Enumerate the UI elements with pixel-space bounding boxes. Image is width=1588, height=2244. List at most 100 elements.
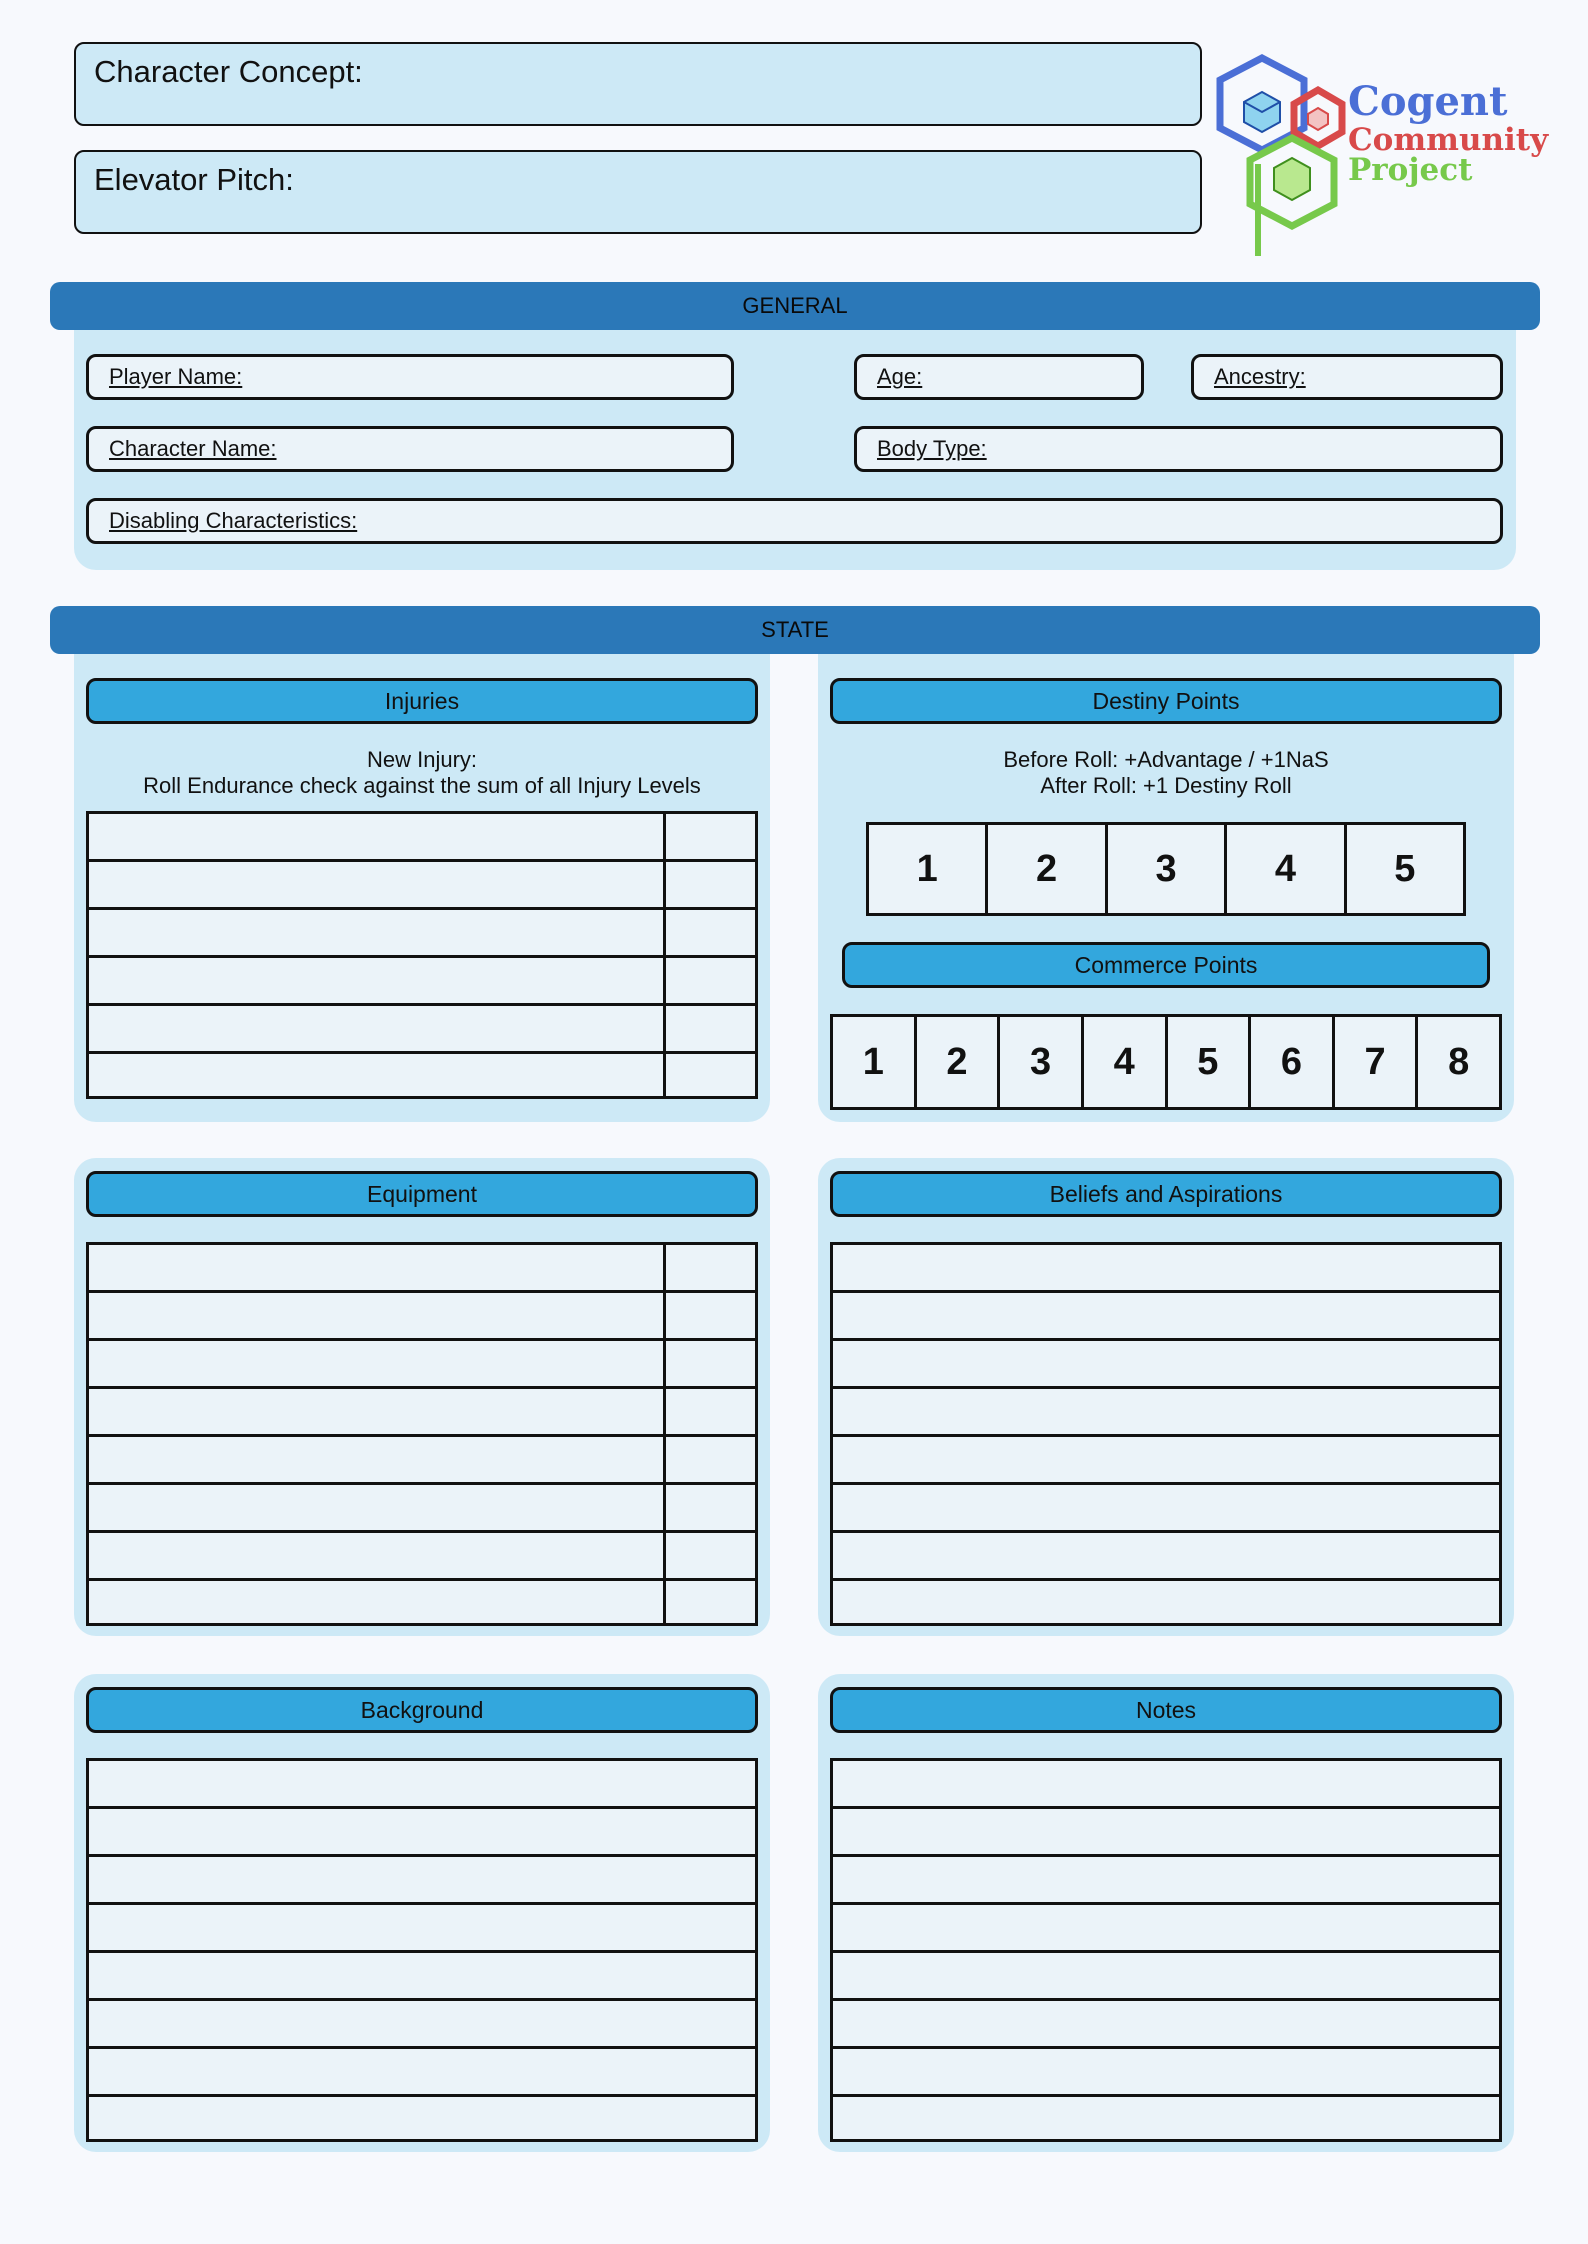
belief-cell[interactable] bbox=[833, 1485, 1499, 1530]
table-row bbox=[89, 1953, 755, 2001]
player-name-field[interactable]: Player Name: bbox=[86, 354, 734, 400]
elevator-pitch-label: Elevator Pitch: bbox=[94, 162, 294, 197]
character-name-field[interactable]: Character Name: bbox=[86, 426, 734, 472]
background-line-cell[interactable] bbox=[89, 1857, 755, 1902]
beliefs-title: Beliefs and Aspirations bbox=[1049, 1181, 1283, 1207]
belief-cell[interactable] bbox=[833, 1293, 1499, 1338]
injury-description-cell[interactable] bbox=[89, 1054, 663, 1096]
notes-line-cell[interactable] bbox=[833, 1809, 1499, 1854]
commerce-point-box[interactable]: 6 bbox=[1251, 1017, 1335, 1107]
destiny-point-box[interactable]: 3 bbox=[1108, 825, 1228, 913]
injury-description-cell[interactable] bbox=[89, 1006, 663, 1051]
background-line-cell[interactable] bbox=[89, 1905, 755, 1950]
injuries-header: Injuries bbox=[86, 678, 758, 724]
injury-level-cell[interactable] bbox=[663, 1054, 755, 1096]
injury-description-cell[interactable] bbox=[89, 814, 663, 859]
destiny-point-box[interactable]: 4 bbox=[1227, 825, 1347, 913]
destiny-note: Before Roll: +Advantage / +1NaS After Ro… bbox=[830, 747, 1502, 799]
equipment-item-cell[interactable] bbox=[89, 1341, 663, 1386]
background-line-cell[interactable] bbox=[89, 1809, 755, 1854]
background-title: Background bbox=[360, 1697, 484, 1723]
injury-level-cell[interactable] bbox=[663, 958, 755, 1003]
background-line-cell[interactable] bbox=[89, 1953, 755, 1998]
logo-hexagons-icon bbox=[1216, 54, 1346, 256]
equipment-qty-cell[interactable] bbox=[663, 1581, 755, 1623]
equipment-qty-cell[interactable] bbox=[663, 1293, 755, 1338]
notes-line-cell[interactable] bbox=[833, 2049, 1499, 2094]
destiny-note-line-2: After Roll: +1 Destiny Roll bbox=[1040, 773, 1292, 798]
destiny-point-box[interactable]: 1 bbox=[869, 825, 989, 913]
equipment-qty-cell[interactable] bbox=[663, 1437, 755, 1482]
commerce-point-box[interactable]: 7 bbox=[1335, 1017, 1419, 1107]
notes-line-cell[interactable] bbox=[833, 1953, 1499, 1998]
table-row bbox=[89, 1054, 755, 1096]
background-line-cell[interactable] bbox=[89, 2049, 755, 2094]
background-line-cell[interactable] bbox=[89, 1761, 755, 1806]
injury-description-cell[interactable] bbox=[89, 958, 663, 1003]
body-type-field[interactable]: Body Type: bbox=[854, 426, 1503, 472]
disabling-characteristics-field[interactable]: Disabling Characteristics: bbox=[86, 498, 1503, 544]
destiny-point-box[interactable]: 2 bbox=[988, 825, 1108, 913]
table-row bbox=[89, 910, 755, 958]
commerce-point-box[interactable]: 2 bbox=[917, 1017, 1001, 1107]
background-table bbox=[86, 1758, 758, 2142]
notes-line-cell[interactable] bbox=[833, 1761, 1499, 1806]
equipment-item-cell[interactable] bbox=[89, 1293, 663, 1338]
belief-cell[interactable] bbox=[833, 1245, 1499, 1290]
equipment-qty-cell[interactable] bbox=[663, 1389, 755, 1434]
equipment-qty-cell[interactable] bbox=[663, 1341, 755, 1386]
equipment-item-cell[interactable] bbox=[89, 1485, 663, 1530]
belief-cell[interactable] bbox=[833, 1581, 1499, 1623]
equipment-item-cell[interactable] bbox=[89, 1389, 663, 1434]
background-line-cell[interactable] bbox=[89, 2001, 755, 2046]
table-row bbox=[89, 1905, 755, 1953]
commerce-point-box[interactable]: 1 bbox=[833, 1017, 917, 1107]
table-row bbox=[833, 1389, 1499, 1437]
notes-line-cell[interactable] bbox=[833, 1905, 1499, 1950]
equipment-qty-cell[interactable] bbox=[663, 1485, 755, 1530]
equipment-qty-cell[interactable] bbox=[663, 1533, 755, 1578]
ancestry-field[interactable]: Ancestry: bbox=[1191, 354, 1503, 400]
commerce-point-box[interactable]: 3 bbox=[1000, 1017, 1084, 1107]
destiny-point-box[interactable]: 5 bbox=[1347, 825, 1463, 913]
belief-cell[interactable] bbox=[833, 1533, 1499, 1578]
commerce-point-box[interactable]: 8 bbox=[1418, 1017, 1499, 1107]
player-name-label: Player Name: bbox=[109, 364, 243, 389]
notes-line-cell[interactable] bbox=[833, 1857, 1499, 1902]
injuries-table bbox=[86, 811, 758, 1099]
equipment-item-cell[interactable] bbox=[89, 1437, 663, 1482]
commerce-point-box[interactable]: 4 bbox=[1084, 1017, 1168, 1107]
notes-line-cell[interactable] bbox=[833, 2097, 1499, 2139]
belief-cell[interactable] bbox=[833, 1437, 1499, 1482]
character-concept-field[interactable]: Character Concept: bbox=[74, 42, 1202, 126]
commerce-points-title: Commerce Points bbox=[1074, 952, 1258, 978]
injuries-note-line-2: Roll Endurance check against the sum of … bbox=[143, 773, 701, 798]
equipment-item-cell[interactable] bbox=[89, 1533, 663, 1578]
equipment-qty-cell[interactable] bbox=[663, 1245, 755, 1290]
belief-cell[interactable] bbox=[833, 1389, 1499, 1434]
notes-line-cell[interactable] bbox=[833, 2001, 1499, 2046]
injury-description-cell[interactable] bbox=[89, 910, 663, 955]
injury-level-cell[interactable] bbox=[663, 910, 755, 955]
age-field[interactable]: Age: bbox=[854, 354, 1144, 400]
belief-cell[interactable] bbox=[833, 1341, 1499, 1386]
equipment-item-cell[interactable] bbox=[89, 1245, 663, 1290]
logo-text-cogent: Cogent bbox=[1348, 78, 1508, 125]
table-row bbox=[89, 2001, 755, 2049]
table-row bbox=[89, 1293, 755, 1341]
injury-level-cell[interactable] bbox=[663, 1006, 755, 1051]
table-row bbox=[833, 1293, 1499, 1341]
table-row bbox=[833, 1341, 1499, 1389]
table-row bbox=[89, 1809, 755, 1857]
commerce-point-box[interactable]: 5 bbox=[1168, 1017, 1252, 1107]
table-row bbox=[89, 958, 755, 1006]
elevator-pitch-field[interactable]: Elevator Pitch: bbox=[74, 150, 1202, 234]
equipment-item-cell[interactable] bbox=[89, 1581, 663, 1623]
background-line-cell[interactable] bbox=[89, 2097, 755, 2139]
injury-level-cell[interactable] bbox=[663, 814, 755, 859]
table-row bbox=[833, 1905, 1499, 1953]
injury-description-cell[interactable] bbox=[89, 862, 663, 907]
table-row bbox=[833, 2097, 1499, 2139]
injury-level-cell[interactable] bbox=[663, 862, 755, 907]
equipment-title: Equipment bbox=[367, 1181, 477, 1207]
